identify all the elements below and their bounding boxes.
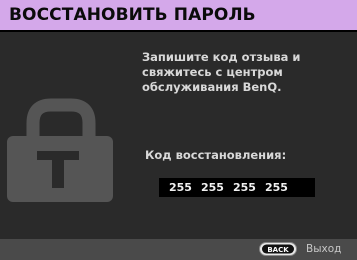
page-title: ВОССТАНОВИТЬ ПАРОЛЬ [9, 5, 256, 25]
instruction-line: обслуживания BenQ. [142, 80, 282, 94]
back-key-icon[interactable]: BACK [259, 242, 297, 256]
recovery-screen: ВОССТАНОВИТЬ ПАРОЛЬ Запишите код отзыва … [0, 0, 357, 260]
instruction-line: свяжитесь с центром [142, 65, 283, 79]
recovery-code-group-2: 255 [201, 181, 224, 194]
recovery-code-group-3: 255 [233, 181, 256, 194]
recovery-code-group-1: 255 [169, 181, 192, 194]
instruction-line: Запишите код отзыва и [142, 50, 301, 64]
footer-bar: BACK Выход [0, 239, 357, 260]
instruction-text: Запишите код отзыва и свяжитесь с центро… [142, 50, 352, 95]
recovery-code-field: 255 255 255 255 [159, 178, 315, 197]
recovery-code-label: Код восстановления: [145, 148, 287, 162]
recovery-code-group-4: 255 [265, 181, 288, 194]
exit-label: Выход [306, 243, 342, 255]
back-key-label: BACK [267, 246, 289, 254]
lock-icon [7, 98, 113, 202]
title-bar: ВОССТАНОВИТЬ ПАРОЛЬ [0, 0, 357, 32]
